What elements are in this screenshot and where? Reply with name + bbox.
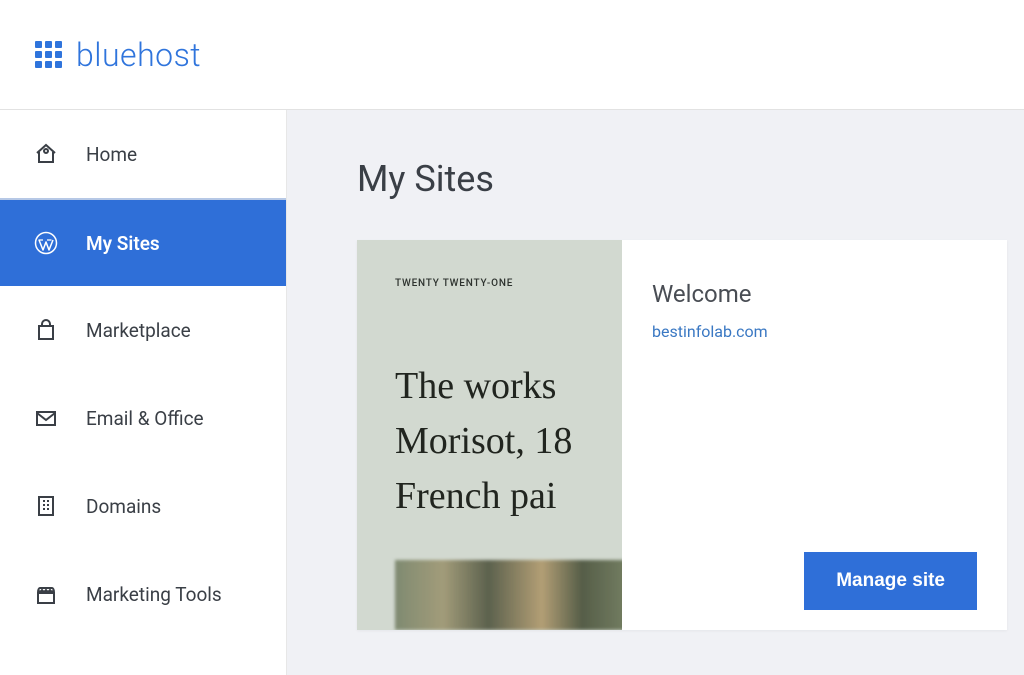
site-title: Welcome — [652, 280, 977, 308]
sidebar-item-marketplace[interactable]: Marketplace — [0, 286, 286, 374]
app-header: bluehost — [0, 0, 1024, 110]
brand-logo[interactable]: bluehost — [35, 36, 201, 74]
envelope-icon — [34, 406, 58, 430]
sidebar-nav: Home My Sites Marketplace — [0, 110, 287, 675]
building-icon — [34, 494, 58, 518]
site-meta: Welcome bestinfolab.com Manage site — [622, 240, 1007, 630]
grid-icon — [35, 41, 62, 68]
sidebar-item-domains[interactable]: Domains — [0, 462, 286, 550]
site-card: TWENTY TWENTY-ONE The works Morisot, 18 … — [357, 240, 1007, 630]
thumb-image-strip — [395, 560, 622, 630]
sidebar-item-label: Marketplace — [86, 319, 191, 342]
sidebar-item-marketing-tools[interactable]: Marketing Tools — [0, 550, 286, 638]
thumb-theme-label: TWENTY TWENTY-ONE — [395, 278, 622, 289]
shopping-bag-icon — [34, 318, 58, 342]
sidebar-item-label: Marketing Tools — [86, 583, 222, 606]
sidebar-item-email-office[interactable]: Email & Office — [0, 374, 286, 462]
sidebar-item-label: Email & Office — [86, 407, 204, 430]
manage-site-button[interactable]: Manage site — [804, 552, 977, 610]
sidebar-item-home[interactable]: Home — [0, 110, 286, 198]
page-title: My Sites — [357, 158, 1024, 200]
sidebar-item-label: Domains — [86, 495, 161, 518]
sidebar-item-label: My Sites — [86, 232, 160, 255]
site-domain-link[interactable]: bestinfolab.com — [652, 322, 977, 341]
site-thumbnail[interactable]: TWENTY TWENTY-ONE The works Morisot, 18 … — [357, 240, 622, 630]
wordpress-icon — [34, 231, 58, 255]
thumb-site-title: The works Morisot, 18 French pai — [395, 359, 622, 524]
main-content: My Sites TWENTY TWENTY-ONE The works Mor… — [287, 110, 1024, 675]
home-icon — [34, 142, 58, 166]
sidebar-item-label: Home — [86, 143, 137, 166]
brand-name: bluehost — [76, 36, 201, 74]
storefront-icon — [34, 582, 58, 606]
sidebar-item-my-sites[interactable]: My Sites — [0, 198, 286, 286]
